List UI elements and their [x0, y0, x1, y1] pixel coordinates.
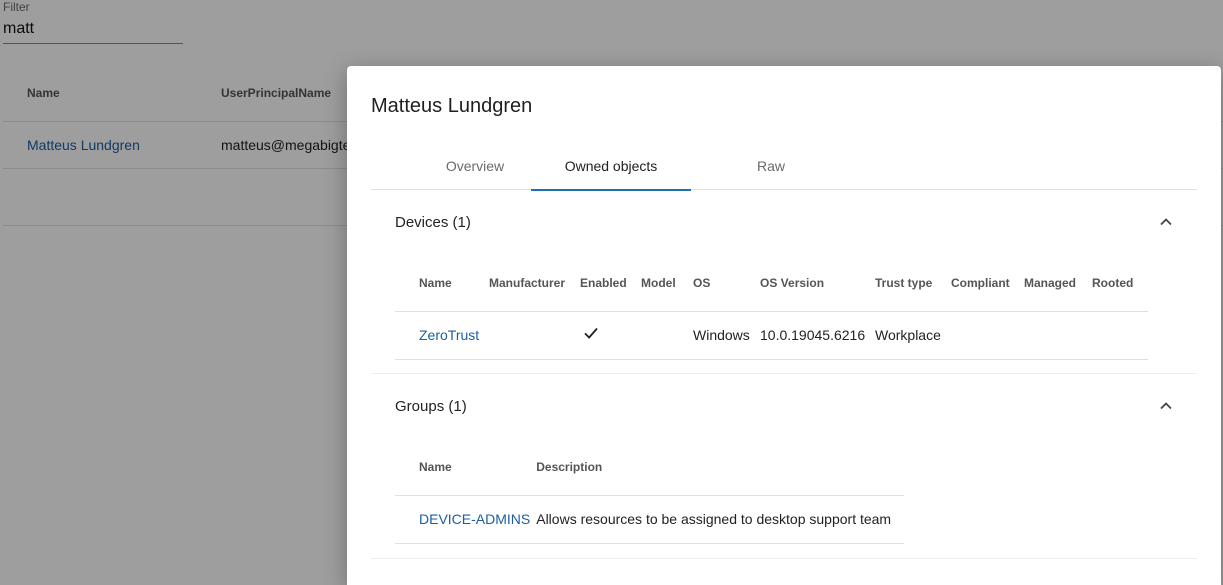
devices-panel-header[interactable]: Devices (1): [371, 191, 1197, 255]
chevron-up-icon[interactable]: [1159, 399, 1173, 413]
column-header[interactable]: Model: [641, 255, 693, 312]
tab-bar: Overview Owned objects Raw: [371, 142, 1197, 191]
devices-panel: Devices (1) Name Manufacturer Enabled Mo…: [371, 191, 1197, 374]
tab-owned-objects[interactable]: Owned objects: [531, 142, 691, 191]
column-header[interactable]: Name: [395, 439, 537, 496]
column-header[interactable]: OS Version: [760, 255, 875, 312]
table-row[interactable]: ZeroTrust Windows 10.0.19045.6216 Workpl…: [395, 311, 1148, 360]
device-model: [641, 311, 693, 360]
groups-panel-header[interactable]: Groups (1): [371, 375, 1197, 439]
chevron-up-icon[interactable]: [1159, 215, 1173, 229]
device-manufacturer: [489, 311, 580, 360]
devices-table-header: Name Manufacturer Enabled Model OS OS Ve…: [395, 255, 1148, 312]
device-os: Windows: [693, 311, 760, 360]
column-header[interactable]: Description: [536, 439, 905, 496]
table-row[interactable]: DEVICE-ADMINS Allows resources to be ass…: [395, 495, 905, 544]
column-header[interactable]: Compliant: [951, 255, 1024, 312]
devices-panel-title: Devices (1): [395, 214, 471, 231]
column-header[interactable]: Trust type: [875, 255, 951, 312]
tab-raw[interactable]: Raw: [691, 142, 851, 190]
column-header[interactable]: Manufacturer: [489, 255, 580, 312]
device-name-link[interactable]: ZeroTrust: [419, 327, 479, 343]
groups-table-header: Name Description: [395, 439, 905, 496]
column-header[interactable]: OS: [693, 255, 760, 312]
device-compliant: [951, 311, 1024, 360]
groups-panel: Groups (1) Name Description DEVICE-ADMIN…: [371, 375, 1197, 559]
device-managed: [1024, 311, 1092, 360]
check-icon: [584, 328, 598, 340]
device-trust-type: Workplace: [875, 311, 951, 360]
column-header[interactable]: Managed: [1024, 255, 1092, 312]
device-os-version: 10.0.19045.6216: [760, 311, 875, 360]
device-rooted: [1092, 311, 1148, 360]
column-header[interactable]: Name: [395, 255, 489, 312]
user-details-dialog: Matteus Lundgren Overview Owned objects …: [347, 66, 1221, 585]
groups-table: Name Description DEVICE-ADMINS Allows re…: [395, 439, 905, 544]
group-name-link[interactable]: DEVICE-ADMINS: [419, 511, 530, 527]
groups-panel-title: Groups (1): [395, 398, 467, 415]
group-description: Allows resources to be assigned to deskt…: [536, 495, 905, 544]
dialog-title: Matteus Lundgren: [371, 95, 533, 117]
column-header[interactable]: Enabled: [580, 255, 641, 312]
column-header[interactable]: Rooted: [1092, 255, 1148, 312]
devices-table: Name Manufacturer Enabled Model OS OS Ve…: [395, 255, 1148, 360]
